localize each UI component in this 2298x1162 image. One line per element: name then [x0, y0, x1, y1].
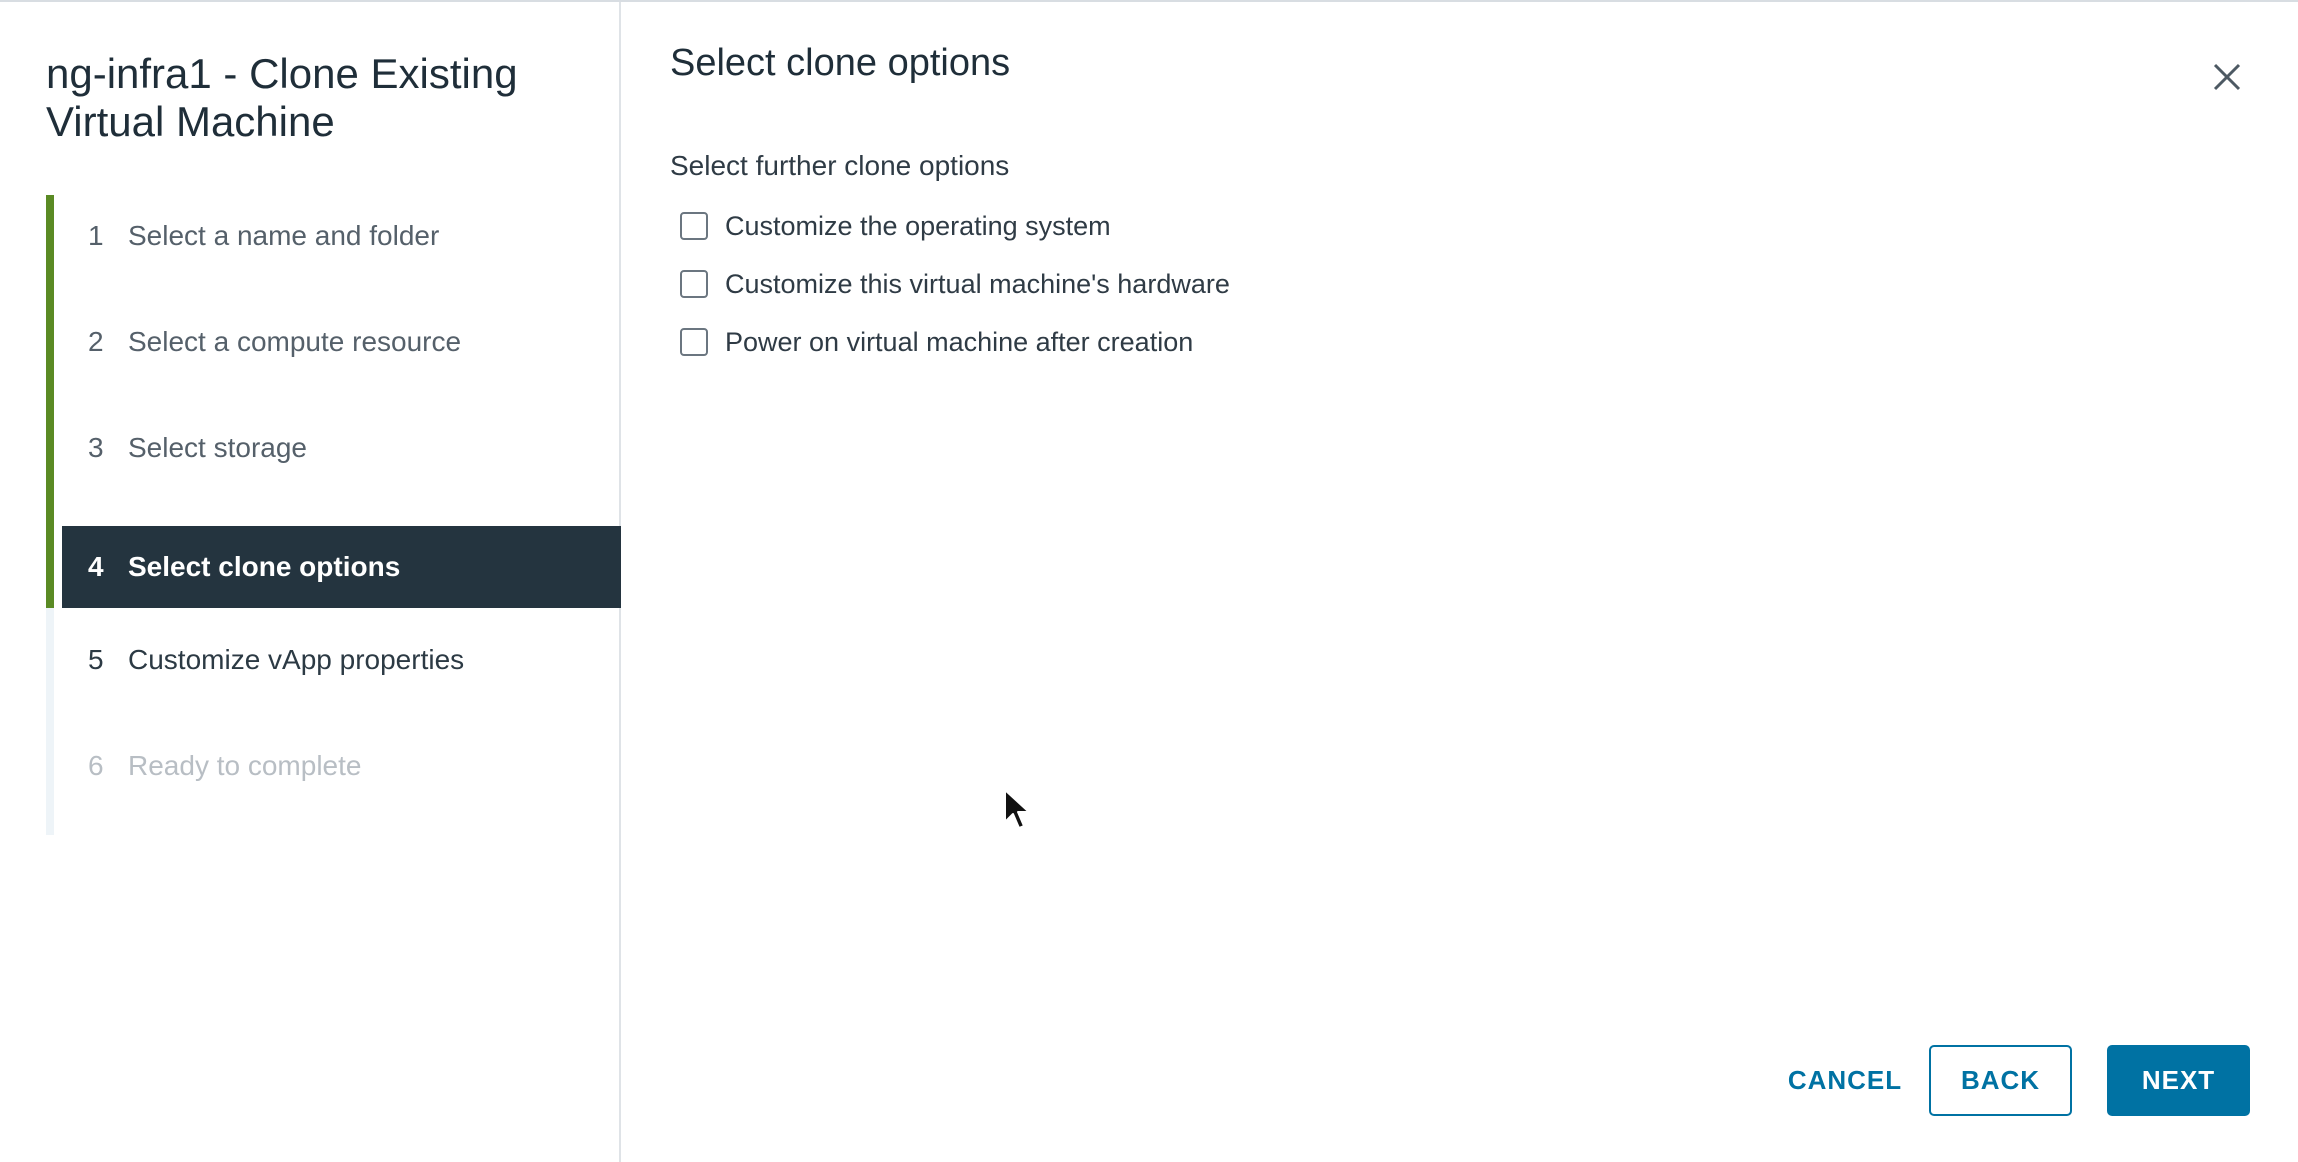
page-title: Select clone options: [670, 42, 1011, 84]
step-select-name-folder[interactable]: 1 Select a name and folder: [62, 195, 621, 277]
clone-vm-dialog: ng-infra1 - Clone Existing Virtual Machi…: [0, 0, 2298, 1162]
option-customize-os[interactable]: Customize the operating system: [680, 208, 1111, 244]
option-power-on[interactable]: Power on virtual machine after creation: [680, 324, 1193, 360]
step-label: Select clone options: [128, 551, 401, 582]
customize-hardware-checkbox[interactable]: [680, 270, 708, 298]
next-button[interactable]: NEXT: [2107, 1045, 2250, 1116]
step-select-clone-options[interactable]: 4 Select clone options: [62, 526, 621, 608]
wizard-title: ng-infra1 - Clone Existing Virtual Machi…: [46, 50, 518, 145]
step-number: 6: [88, 750, 104, 781]
option-customize-hardware[interactable]: Customize this virtual machine's hardwar…: [680, 266, 1230, 302]
step-ready-to-complete: 6 Ready to complete: [62, 725, 621, 807]
option-label: Customize the operating system: [725, 210, 1111, 241]
step-label: Ready to complete: [128, 750, 362, 781]
cancel-button[interactable]: CANCEL: [1767, 1045, 1923, 1116]
wizard-content: Select clone options Select further clon…: [621, 2, 2298, 1162]
step-number: 2: [88, 326, 104, 357]
mouse-pointer-icon: [1002, 788, 1032, 832]
option-label: Customize this virtual machine's hardwar…: [725, 268, 1230, 299]
step-select-compute-resource[interactable]: 2 Select a compute resource: [62, 301, 621, 383]
back-button[interactable]: BACK: [1929, 1045, 2072, 1116]
section-label: Select further clone options: [670, 150, 1010, 181]
step-label: Customize vApp properties: [128, 644, 465, 675]
step-label: Select a compute resource: [128, 326, 462, 357]
close-icon[interactable]: [2207, 57, 2247, 97]
wizard-steps: 1 Select a name and folder 2 Select a co…: [46, 195, 621, 835]
step-label: Select storage: [128, 432, 307, 463]
step-progress-fill: [46, 195, 54, 608]
customize-os-checkbox[interactable]: [680, 212, 708, 240]
step-number: 3: [88, 432, 104, 463]
step-number: 5: [88, 644, 104, 675]
power-on-checkbox[interactable]: [680, 328, 708, 356]
step-select-storage[interactable]: 3 Select storage: [62, 407, 621, 489]
step-label: Select a name and folder: [128, 220, 440, 251]
step-number: 1: [88, 220, 104, 251]
step-number: 4: [88, 551, 104, 582]
wizard-nav: ng-infra1 - Clone Existing Virtual Machi…: [0, 2, 621, 1162]
option-label: Power on virtual machine after creation: [725, 326, 1194, 357]
step-customize-vapp-properties[interactable]: 5 Customize vApp properties: [62, 619, 621, 701]
